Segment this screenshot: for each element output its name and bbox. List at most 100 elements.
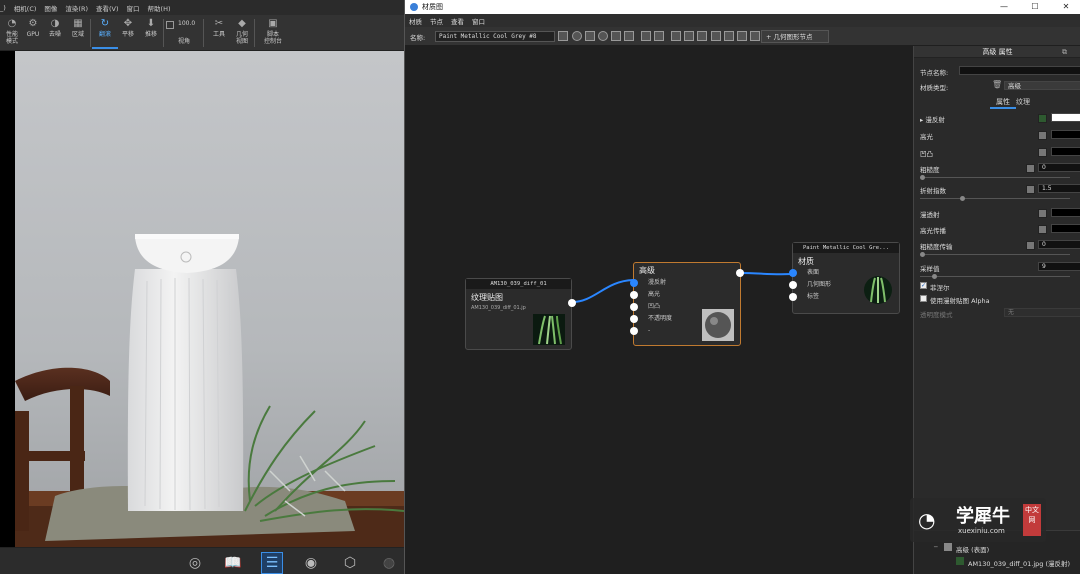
dolly-button[interactable]: ⬇ 推移	[138, 17, 164, 49]
menu-item-window[interactable]: 窗口	[472, 16, 485, 26]
geometry-view-button[interactable]: ◆ 几何 视图	[229, 17, 255, 49]
material-name-field[interactable]: Paint Metallic Cool Grey #8	[435, 31, 555, 42]
panel-menu-icon[interactable]: ⧉	[1062, 48, 1067, 57]
ior-slider[interactable]	[920, 198, 1070, 199]
script-console-button[interactable]: ▣ 脚本 控制台	[258, 17, 288, 49]
specular-transmission-color-swatch[interactable]	[1051, 224, 1080, 233]
transmission-color-swatch[interactable]	[1051, 208, 1080, 217]
material-graph-window: 材质图 — ☐ ✕ 材质 节点 查看 窗口 名称: Paint Metallic…	[404, 0, 1080, 574]
transparency-mode-select[interactable]: 无	[1004, 308, 1080, 317]
specular-texture-button[interactable]	[1038, 131, 1047, 140]
menu-item-view[interactable]: 查看(V)	[96, 3, 119, 13]
sphere-icon[interactable]	[572, 31, 582, 41]
menu-item-window[interactable]: 窗口	[127, 3, 140, 13]
roughness-transmission-texture-button[interactable]	[1026, 241, 1035, 250]
roughness-transmission-value-field[interactable]: 0	[1038, 240, 1080, 249]
window-titlebar[interactable]: 材质图 — ☐ ✕	[405, 0, 1080, 14]
layers-icon[interactable]	[697, 31, 707, 41]
frame-icon[interactable]	[724, 31, 734, 41]
roughness-slider[interactable]	[920, 177, 1070, 178]
geometry-input-port[interactable]	[789, 281, 797, 289]
roughness-transmission-slider-handle[interactable]	[920, 252, 925, 257]
menu-item-help[interactable]: 帮助(H)	[148, 3, 171, 13]
region-button[interactable]: ▦ 区域	[65, 17, 91, 49]
diffuse-color-swatch[interactable]	[1051, 113, 1080, 122]
texture-map-node[interactable]: AM130_039_diff_01 纹理贴图 AM130_039_diff_01…	[465, 278, 576, 350]
menu-item-material[interactable]: 材质	[409, 16, 422, 26]
transparency-mode-label: 透明度模式	[920, 311, 953, 319]
library-icon[interactable]: 📖	[222, 552, 244, 574]
save-icon[interactable]	[558, 31, 568, 41]
samples-value-field[interactable]: 9	[1038, 262, 1080, 271]
tab-properties[interactable]: 属性	[990, 97, 1016, 109]
material-node[interactable]: Paint Metallic Cool Gre... 材质 表面 几何图形 标签	[789, 242, 900, 314]
fov-value[interactable]: 100.0	[178, 20, 195, 27]
menu-item-image[interactable]: 图像	[44, 3, 57, 13]
render-icon[interactable]: ◉	[300, 552, 322, 574]
roughness-transmission-label: 粗糙度传输	[920, 243, 953, 251]
cube-icon[interactable]: ⬡	[339, 552, 361, 574]
ior-value-field[interactable]: 1.5	[1038, 184, 1080, 193]
advanced-output-port[interactable]	[736, 269, 744, 277]
extra-input-port[interactable]	[630, 327, 638, 335]
use-diffuse-alpha-checkbox[interactable]	[920, 295, 927, 302]
warning-icon[interactable]	[624, 31, 634, 41]
node-graph-canvas[interactable]: AM130_039_diff_01 纹理贴图 AM130_039_diff_01…	[405, 46, 913, 574]
layout-icon[interactable]	[641, 31, 651, 41]
port-label: 标签	[807, 293, 820, 300]
label-input-port[interactable]	[789, 293, 797, 301]
refresh-icon[interactable]	[598, 31, 608, 41]
diffuse-input-port[interactable]	[630, 279, 638, 287]
opacity-input-port[interactable]	[630, 315, 638, 323]
close-icon[interactable]: ✕	[1051, 0, 1080, 14]
menu-item-partial[interactable]: _)	[0, 4, 6, 12]
roughness-value-field[interactable]: 0	[1038, 163, 1080, 172]
graph-icon[interactable]	[671, 31, 681, 41]
grid-icon[interactable]	[585, 31, 595, 41]
camera-icon[interactable]: ◍	[378, 552, 400, 574]
roughness-transmission-slider[interactable]	[920, 254, 1070, 255]
add-material-icon[interactable]: ◎	[184, 552, 206, 574]
trash-icon[interactable]: 🗑	[992, 80, 1002, 89]
fresnel-checkbox[interactable]: ✓	[920, 282, 927, 289]
edit-icon[interactable]	[611, 31, 621, 41]
connect-icon[interactable]	[750, 31, 760, 41]
bump-texture-button[interactable]	[1038, 148, 1047, 157]
roughness-slider-handle[interactable]	[920, 175, 925, 180]
geometry-node-button[interactable]: + 几何图形节点	[761, 30, 829, 43]
node-header: AM130_039_diff_01	[466, 279, 571, 289]
specular-color-swatch[interactable]	[1051, 130, 1080, 139]
stack-icon[interactable]	[654, 31, 664, 41]
bump-color-swatch[interactable]	[1051, 147, 1080, 156]
specular-transmission-texture-button[interactable]	[1038, 225, 1047, 234]
tree-collapse-icon[interactable]: ─	[934, 544, 938, 551]
tree-item-texture[interactable]: AM130_039_diff_01.jpg (漫反射)	[968, 558, 1070, 568]
menu-item-render[interactable]: 渲染(R)	[65, 3, 88, 13]
advanced-node[interactable]: 高级 漫反射 高光 凹凸 不透明度 -	[630, 262, 744, 346]
bump-input-port[interactable]	[630, 303, 638, 311]
menu-item-camera[interactable]: 相机(C)	[14, 3, 37, 13]
menu-item-view[interactable]: 查看	[451, 16, 464, 26]
tab-texture[interactable]: 纹理	[1016, 97, 1030, 107]
menu-item-node[interactable]: 节点	[430, 16, 443, 26]
specular-input-port[interactable]	[630, 291, 638, 299]
tree-item-advanced[interactable]: 高级 (表面)	[956, 544, 989, 554]
maximize-icon[interactable]: ☐	[1020, 0, 1050, 14]
diffuse-texture-button[interactable]	[1038, 114, 1047, 123]
surface-input-port[interactable]	[789, 269, 797, 277]
render-viewport[interactable]	[15, 51, 404, 547]
columns-icon[interactable]	[684, 31, 694, 41]
select-icon[interactable]	[737, 31, 747, 41]
arrange-icon[interactable]	[711, 31, 721, 41]
ior-slider-handle[interactable]	[960, 196, 965, 201]
texture-output-port[interactable]	[568, 299, 576, 307]
transmission-texture-button[interactable]	[1038, 209, 1047, 218]
material-list-icon[interactable]: ☰	[261, 552, 283, 574]
samples-slider-handle[interactable]	[932, 274, 937, 279]
minimize-icon[interactable]: —	[989, 0, 1019, 14]
material-type-select[interactable]: 高级	[1004, 81, 1080, 90]
ior-texture-button[interactable]	[1026, 185, 1035, 194]
node-name-field[interactable]	[959, 66, 1080, 75]
roughness-texture-button[interactable]	[1026, 164, 1035, 173]
samples-slider[interactable]	[920, 276, 1070, 277]
